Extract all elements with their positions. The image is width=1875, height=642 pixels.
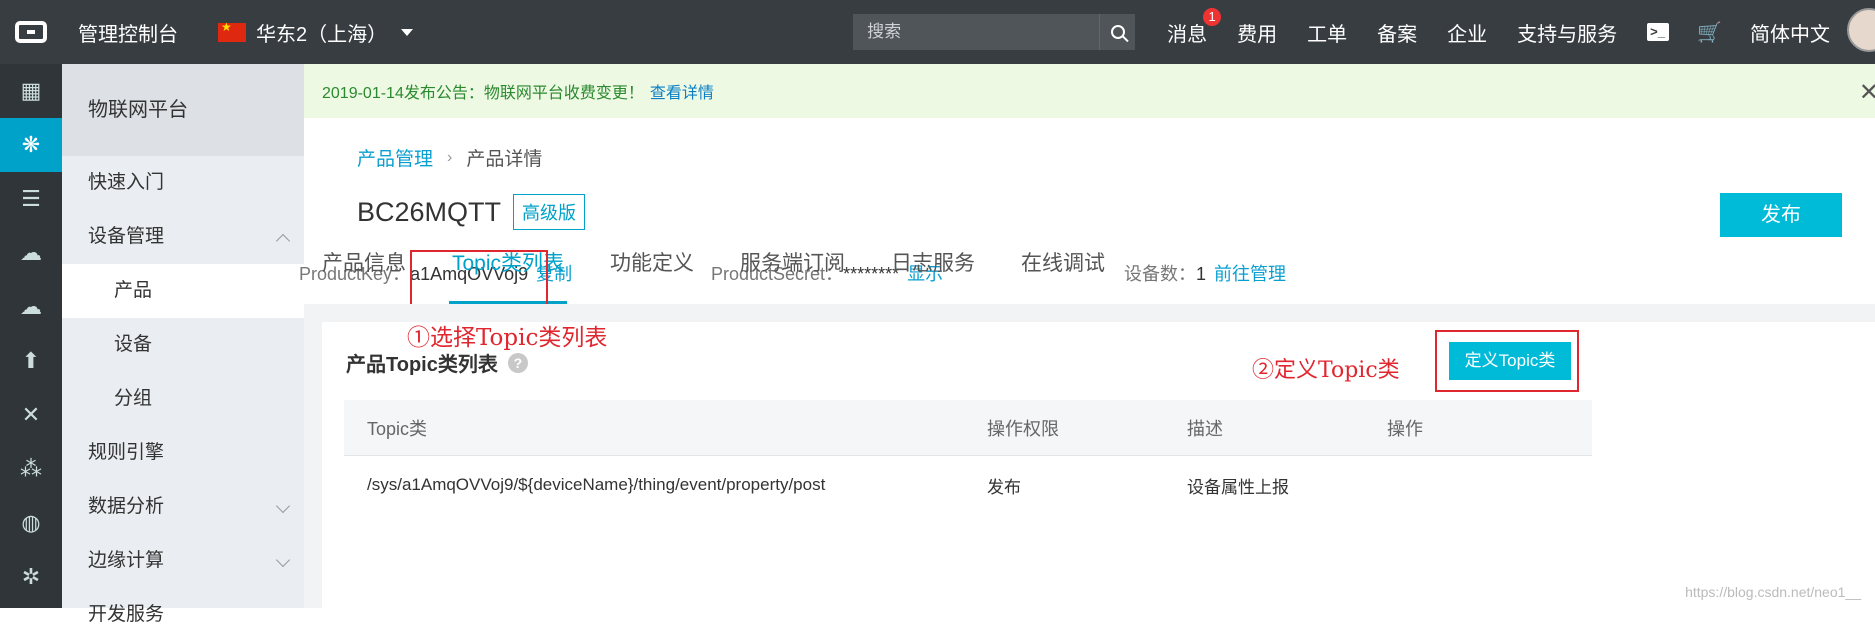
product-title: BC26MQTT 高级版 [357, 194, 586, 230]
region-selector[interactable]: 华东2（上海） [218, 18, 414, 47]
sidebar-item-devices[interactable]: 设备 [62, 318, 304, 372]
nav-messages[interactable]: 消息 1 [1167, 7, 1222, 47]
search-icon [1110, 25, 1125, 39]
product-rail: ▦ ❋ ☰ ☁ ☁ ⬆ ✕ ⁂ ◍ ✲ [0, 64, 62, 608]
tab-server-subscription[interactable]: 服务端订阅 [737, 244, 848, 304]
topic-card: 产品Topic类列表 ? 定义Topic类 Topic类 操作权限 描述 操作 … [322, 322, 1875, 608]
edition-badge: 高级版 [513, 194, 586, 230]
cloud-brain-icon[interactable]: ☁ [0, 226, 62, 280]
search-input[interactable] [853, 14, 1100, 50]
product-name: BC26MQTT [357, 196, 502, 227]
manage-devices-link[interactable]: 前往管理 [1214, 264, 1286, 284]
logo-icon [15, 21, 47, 43]
china-flag-icon [218, 20, 246, 42]
sidebar-header: 物联网平台 [62, 64, 304, 156]
breadcrumb-current: 产品详情 [466, 149, 543, 170]
col-permission: 操作权限 [987, 418, 1059, 439]
tab-log-service[interactable]: 日志服务 [888, 244, 978, 304]
sidebar-item-device-mgmt[interactable]: 设备管理 [62, 210, 304, 264]
search-button[interactable] [1099, 14, 1135, 50]
nav-support[interactable]: 支持与服务 [1517, 18, 1617, 47]
notice-banner: 2019-01-14发布公告：物联网平台收费变更！ 查看详情 ✕ [304, 64, 1875, 118]
console-title[interactable]: 管理控制台 [78, 18, 178, 47]
global-search [853, 14, 1136, 50]
sidebar: 物联网平台 快速入门 设备管理 产品 设备 分组 规则引擎 数据分析 边缘计算 … [62, 64, 304, 625]
cross-icon[interactable]: ✕ [0, 388, 62, 442]
nav-billing[interactable]: 费用 [1237, 18, 1277, 47]
chevron-right-icon: › [447, 148, 453, 166]
nav-icp[interactable]: 备案 [1377, 18, 1417, 47]
permission-cell: 发布 [987, 477, 1021, 497]
chevron-down-icon [275, 498, 291, 514]
col-action: 操作 [1387, 418, 1423, 439]
region-label: 华东2（上海） [256, 23, 388, 46]
nodes-icon[interactable]: ⁂ [0, 442, 62, 496]
description-cell: 设备属性上报 [1187, 477, 1289, 497]
sidebar-item-products[interactable]: 产品 [62, 264, 304, 318]
col-topic: Topic类 [367, 418, 428, 439]
bug-icon[interactable]: ✲ [0, 550, 62, 604]
sidebar-item-quickstart[interactable]: 快速入门 [62, 156, 304, 210]
aliyun-logo[interactable] [0, 0, 62, 64]
annotation-step2: ②定义Topic类 [1252, 358, 1400, 383]
message-badge: 1 [1203, 7, 1222, 26]
language-switch[interactable]: 简体中文 [1750, 18, 1830, 47]
breadcrumb-product-mgmt[interactable]: 产品管理 [357, 144, 433, 171]
notice-text: 2019-01-14发布公告：物联网平台收费变更！ [322, 85, 644, 102]
watermark: https://blog.csdn.net/neo1__ [1685, 584, 1861, 600]
sidebar-item-dev-services[interactable]: 开发服务 [62, 588, 304, 642]
device-count-value: 1 [1196, 264, 1207, 284]
device-count-info: 设备数：1 前往管理 [1124, 264, 1287, 284]
cloud-upload-icon[interactable]: ⬆ [0, 334, 62, 388]
notice-link[interactable]: 查看详情 [650, 79, 714, 103]
annotation-highlight-box [410, 250, 548, 310]
topic-table: Topic类 操作权限 描述 操作 /sys/a1AmqOVVoj9/${dev… [344, 400, 1592, 514]
nav-enterprise[interactable]: 企业 [1447, 18, 1487, 47]
globe-icon[interactable]: ◍ [0, 496, 62, 550]
iot-icon[interactable]: ❋ [0, 118, 62, 172]
tab-feature-definition[interactable]: 功能定义 [607, 244, 697, 304]
tab-online-debug[interactable]: 在线调试 [1018, 244, 1108, 304]
help-icon[interactable]: ? [507, 352, 528, 373]
close-icon[interactable]: ✕ [1859, 78, 1875, 107]
publish-button[interactable]: 发布 [1720, 193, 1842, 237]
top-navbar: 管理控制台 华东2（上海） 消息1 费用 工单 备案 企业 支持与服务 >_ 🛒… [0, 0, 1875, 64]
table-header: Topic类 操作权限 描述 操作 [344, 400, 1592, 456]
cloud-icon[interactable]: ☁ [0, 280, 62, 334]
table-row: /sys/a1AmqOVVoj9/${deviceName}/thing/eve… [344, 456, 1592, 514]
sidebar-item-rules[interactable]: 规则引擎 [62, 426, 304, 480]
chevron-down-icon [275, 552, 291, 568]
grid-icon[interactable]: ▦ [0, 64, 62, 118]
sidebar-item-groups[interactable]: 分组 [62, 372, 304, 426]
topic-section-title: 产品Topic类列表 ? [346, 348, 528, 377]
main-content: 2019-01-14发布公告：物联网平台收费变更！ 查看详情 ✕ 产品管理 › … [299, 64, 1875, 608]
caret-down-icon [401, 28, 414, 36]
breadcrumb: 产品管理 › 产品详情 [357, 144, 542, 171]
server-icon[interactable]: ☰ [0, 172, 62, 226]
top-nav-links: 消息 1 费用 工单 备案 企业 支持与服务 >_ 🛒 简体中文 [1167, 7, 1860, 47]
nav-tickets[interactable]: 工单 [1307, 18, 1347, 47]
sidebar-item-analytics[interactable]: 数据分析 [62, 480, 304, 534]
col-description: 描述 [1187, 418, 1223, 439]
sidebar-item-edge[interactable]: 边缘计算 [62, 534, 304, 588]
annotation-highlight-box-define [1435, 330, 1579, 392]
tab-product-info[interactable]: 产品信息 [319, 244, 409, 304]
topic-cell: /sys/a1AmqOVVoj9/${deviceName}/thing/eve… [367, 475, 826, 494]
annotation-step1: ①选择Topic类列表 [407, 325, 608, 351]
cart-icon[interactable]: 🛒 [1697, 20, 1722, 45]
terminal-icon[interactable]: >_ [1647, 23, 1670, 41]
chevron-up-icon [275, 233, 291, 249]
